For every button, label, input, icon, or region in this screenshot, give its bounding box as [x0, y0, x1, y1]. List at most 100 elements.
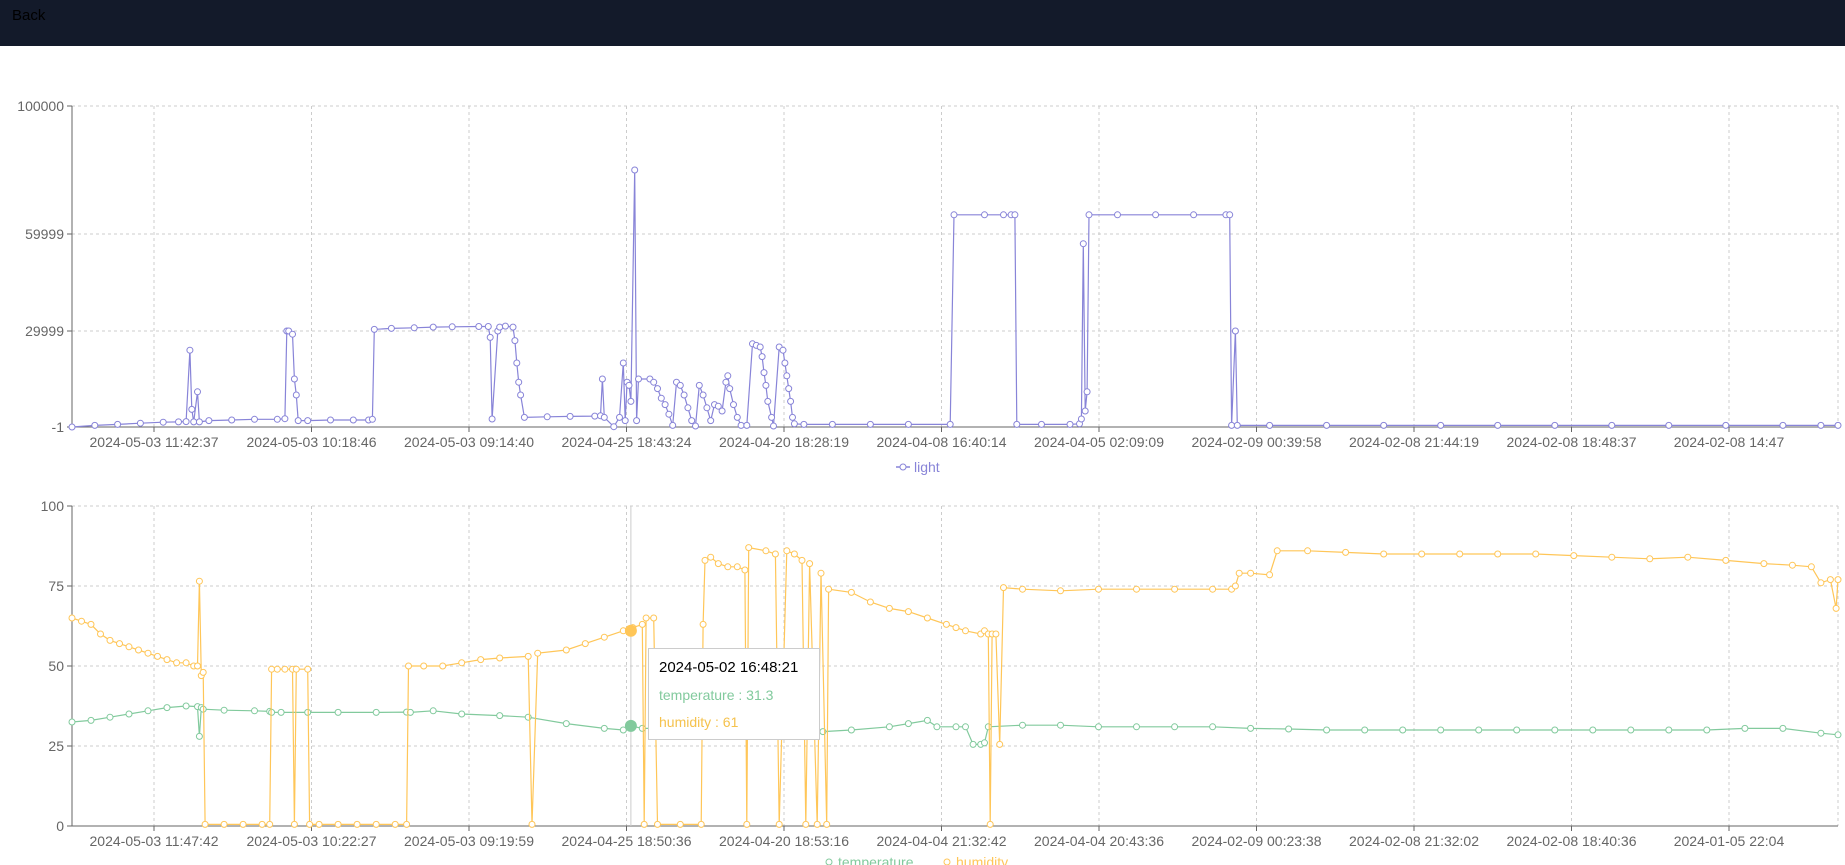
- x-tick-label: 2024-04-05 02:09:09: [1034, 434, 1164, 450]
- light-point: [294, 417, 302, 425]
- temperature-point: [87, 716, 95, 724]
- temperature-point: [1361, 726, 1369, 734]
- humidity-point: [315, 820, 323, 828]
- light-point: [722, 378, 730, 386]
- light-point: [543, 413, 551, 421]
- temperature-point: [144, 707, 152, 715]
- light-point: [950, 211, 958, 219]
- light-point: [946, 420, 954, 428]
- humidity-point: [1532, 550, 1540, 558]
- active-humidity-dot: [624, 624, 637, 637]
- humidity-point: [962, 627, 969, 635]
- humidity-point: [1570, 552, 1578, 560]
- light-point: [91, 421, 99, 429]
- humidity-point: [743, 820, 751, 828]
- light-point: [760, 369, 768, 377]
- light-point: [484, 323, 492, 330]
- light-point: [1083, 388, 1091, 396]
- temperature-point: [429, 707, 437, 715]
- legend-light-marker: [899, 463, 907, 471]
- humidity-point: [1209, 585, 1217, 593]
- light-point: [1038, 420, 1045, 428]
- humidity-point: [775, 820, 783, 828]
- light-point: [182, 418, 190, 426]
- temperature-point: [68, 718, 76, 726]
- temperature-point: [904, 720, 912, 728]
- humidity-point: [1235, 569, 1243, 577]
- light-point: [743, 421, 751, 429]
- light-line: [71, 169, 1838, 428]
- humidity-point: [353, 820, 361, 828]
- humidity-point: [581, 640, 589, 648]
- temperature-point: [1513, 726, 1521, 734]
- x-tick-label: 2024-02-09 00:23:38: [1192, 833, 1322, 849]
- humidity-point: [239, 820, 247, 828]
- light-point: [1722, 421, 1730, 429]
- x-tick-label: 2024-05-03 11:42:37: [90, 434, 219, 450]
- humidity-point: [952, 624, 960, 632]
- temperature-point: [1817, 729, 1825, 737]
- humidity-point: [268, 665, 276, 673]
- light-point: [1228, 421, 1236, 429]
- temperature-point: [952, 723, 960, 731]
- light-point: [1190, 211, 1198, 219]
- y-tick-label: 50: [48, 658, 64, 674]
- humidity-point: [817, 569, 825, 577]
- temperature-point: [1133, 723, 1140, 731]
- light-point: [175, 418, 182, 426]
- light-point: [1608, 421, 1616, 429]
- humidity-point: [144, 649, 152, 657]
- humidity-point: [1342, 548, 1350, 556]
- light-point: [800, 420, 808, 428]
- temperature-point: [334, 708, 342, 716]
- humidity-point: [106, 636, 114, 644]
- humidity-point: [942, 620, 950, 628]
- legend-light: light: [896, 459, 940, 475]
- back-button[interactable]: Back: [12, 7, 45, 24]
- humidity-point: [163, 656, 171, 664]
- humidity-point: [1760, 560, 1768, 568]
- light-point: [781, 359, 789, 367]
- humidity-point: [182, 659, 190, 667]
- humidity-point: [458, 659, 466, 667]
- y-tick-label: 75: [48, 578, 64, 594]
- light-point: [1085, 211, 1093, 219]
- humidity-point: [1817, 579, 1825, 587]
- light-point: [733, 413, 741, 421]
- humidity-point: [992, 630, 1000, 638]
- temperature-point: [1209, 723, 1217, 731]
- humidity-point: [534, 649, 542, 657]
- humidity-point: [1788, 561, 1796, 569]
- humidity-point: [813, 820, 821, 828]
- light-point: [688, 417, 696, 425]
- tooltip-humidity: humidity : 61: [659, 714, 739, 730]
- light-point: [1323, 421, 1331, 429]
- temperature-point: [923, 716, 931, 724]
- humidity-point: [391, 820, 399, 828]
- humidity-point: [97, 630, 104, 638]
- humidity-point: [304, 665, 312, 673]
- light-point: [136, 419, 144, 427]
- humidity-point: [439, 662, 447, 670]
- humidity-point: [600, 633, 608, 641]
- temperature-point: [163, 704, 171, 712]
- temperature-point: [984, 723, 992, 731]
- humidity-point: [806, 560, 814, 568]
- light-point: [726, 385, 734, 393]
- light-point: [703, 404, 711, 412]
- temperature-point: [458, 710, 466, 718]
- humidity-point: [1133, 585, 1140, 593]
- temperature-point: [1741, 724, 1749, 732]
- humidity-point: [477, 656, 485, 664]
- light-point: [635, 375, 642, 383]
- humidity-point: [403, 820, 411, 828]
- top-navbar: Back: [0, 0, 1845, 46]
- light-point: [520, 413, 528, 421]
- temperature-point: [1285, 725, 1293, 733]
- light-point: [633, 417, 641, 425]
- y-tick-label: 100: [41, 498, 65, 514]
- y-tick-label: -1: [52, 419, 65, 435]
- light-point: [1013, 420, 1021, 428]
- humidity-point: [762, 547, 770, 555]
- humidity-point: [528, 820, 536, 828]
